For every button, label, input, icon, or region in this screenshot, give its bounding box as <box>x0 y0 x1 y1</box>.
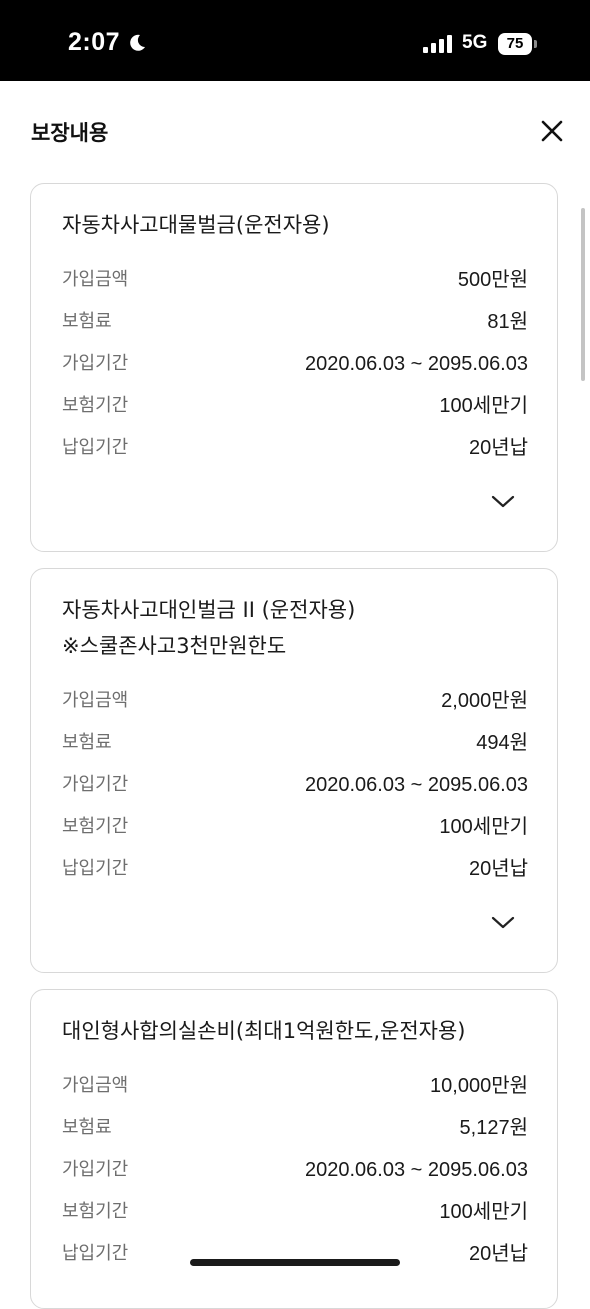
row-label: 보험료 <box>62 311 112 332</box>
detail-row-payment-period: 납입기간 20년납 <box>62 854 528 884</box>
status-time: 2:07 <box>68 28 121 56</box>
battery-level: 75 <box>498 33 532 55</box>
row-label: 보험기간 <box>62 816 129 837</box>
row-label: 가입금액 <box>62 690 129 711</box>
row-value: 2020.06.03 ~ 2095.06.03 <box>305 1159 528 1181</box>
page-title: 보장내용 <box>31 121 109 145</box>
home-indicator[interactable] <box>190 1259 400 1266</box>
row-label: 납입기간 <box>62 858 129 879</box>
row-value: 81원 <box>487 311 528 333</box>
row-label: 가입기간 <box>62 774 129 795</box>
detail-row-premium: 보험료 81원 <box>62 307 528 337</box>
row-label: 가입금액 <box>62 1075 129 1096</box>
moon-icon <box>130 34 145 51</box>
row-label: 보험료 <box>62 1117 112 1138</box>
row-label: 보험기간 <box>62 1201 129 1222</box>
coverage-title: 자동차사고대물벌금(운전자용) <box>62 213 330 237</box>
row-value: 100세만기 <box>439 395 528 417</box>
row-value: 500만원 <box>457 269 528 291</box>
network-label: 5G <box>462 32 488 53</box>
detail-row-subscription-period: 가입기간 2020.06.03 ~ 2095.06.03 <box>62 1155 528 1185</box>
detail-row-payment-period: 납입기간 20년납 <box>62 433 528 463</box>
signal-icon <box>423 35 452 53</box>
row-label: 가입금액 <box>62 269 129 290</box>
chevron-down-icon[interactable] <box>490 494 516 510</box>
coverage-title: 대인형사합의실손비(최대1억원한도,운전자용) <box>62 1019 466 1043</box>
detail-row-subscription-amount: 가입금액 10,000만원 <box>62 1071 528 1101</box>
row-value: 10,000만원 <box>430 1075 528 1097</box>
coverage-card: 자동차사고대물벌금(운전자용) 가입금액 500만원 보험료 81원 가입기간 … <box>30 183 558 552</box>
row-label: 보험료 <box>62 732 112 753</box>
coverage-card: 자동차사고대인벌금 II (운전자용) ※스쿨존사고3천만원한도 가입금액 2,… <box>30 568 558 973</box>
chevron-down-icon[interactable] <box>490 915 516 931</box>
battery-cap <box>534 40 537 48</box>
scrollbar[interactable] <box>581 208 585 381</box>
row-value: 5,127원 <box>459 1117 528 1139</box>
row-value: 20년납 <box>468 437 528 459</box>
row-value: 2020.06.03 ~ 2095.06.03 <box>305 774 528 796</box>
status-bar: 2:07 5G 75 <box>0 0 590 81</box>
row-label: 보험기간 <box>62 395 129 416</box>
detail-row-premium: 보험료 5,127원 <box>62 1113 528 1143</box>
close-icon[interactable] <box>539 118 565 144</box>
detail-row-subscription-amount: 가입금액 2,000만원 <box>62 686 528 716</box>
detail-row-subscription-period: 가입기간 2020.06.03 ~ 2095.06.03 <box>62 349 528 379</box>
row-label: 가입기간 <box>62 1159 129 1180</box>
battery-icon: 75 <box>498 33 537 55</box>
row-value: 494원 <box>476 732 528 754</box>
coverage-title: 자동차사고대인벌금 II (운전자용) <box>62 598 356 622</box>
row-label: 가입기간 <box>62 353 129 374</box>
detail-row-subscription-period: 가입기간 2020.06.03 ~ 2095.06.03 <box>62 770 528 800</box>
row-value: 20년납 <box>468 858 528 880</box>
row-value: 2,000만원 <box>441 690 528 712</box>
detail-row-insurance-period: 보험기간 100세만기 <box>62 391 528 421</box>
coverage-title-note: ※스쿨존사고3천만원한도 <box>62 634 287 658</box>
row-label: 납입기간 <box>62 1243 129 1264</box>
detail-row-insurance-period: 보험기간 100세만기 <box>62 1197 528 1227</box>
row-value: 100세만기 <box>439 1201 528 1223</box>
detail-row-premium: 보험료 494원 <box>62 728 528 758</box>
detail-row-subscription-amount: 가입금액 500만원 <box>62 265 528 295</box>
row-value: 2020.06.03 ~ 2095.06.03 <box>305 353 528 375</box>
row-label: 납입기간 <box>62 437 129 458</box>
row-value: 20년납 <box>468 1243 528 1265</box>
detail-row-insurance-period: 보험기간 100세만기 <box>62 812 528 842</box>
row-value: 100세만기 <box>439 816 528 838</box>
